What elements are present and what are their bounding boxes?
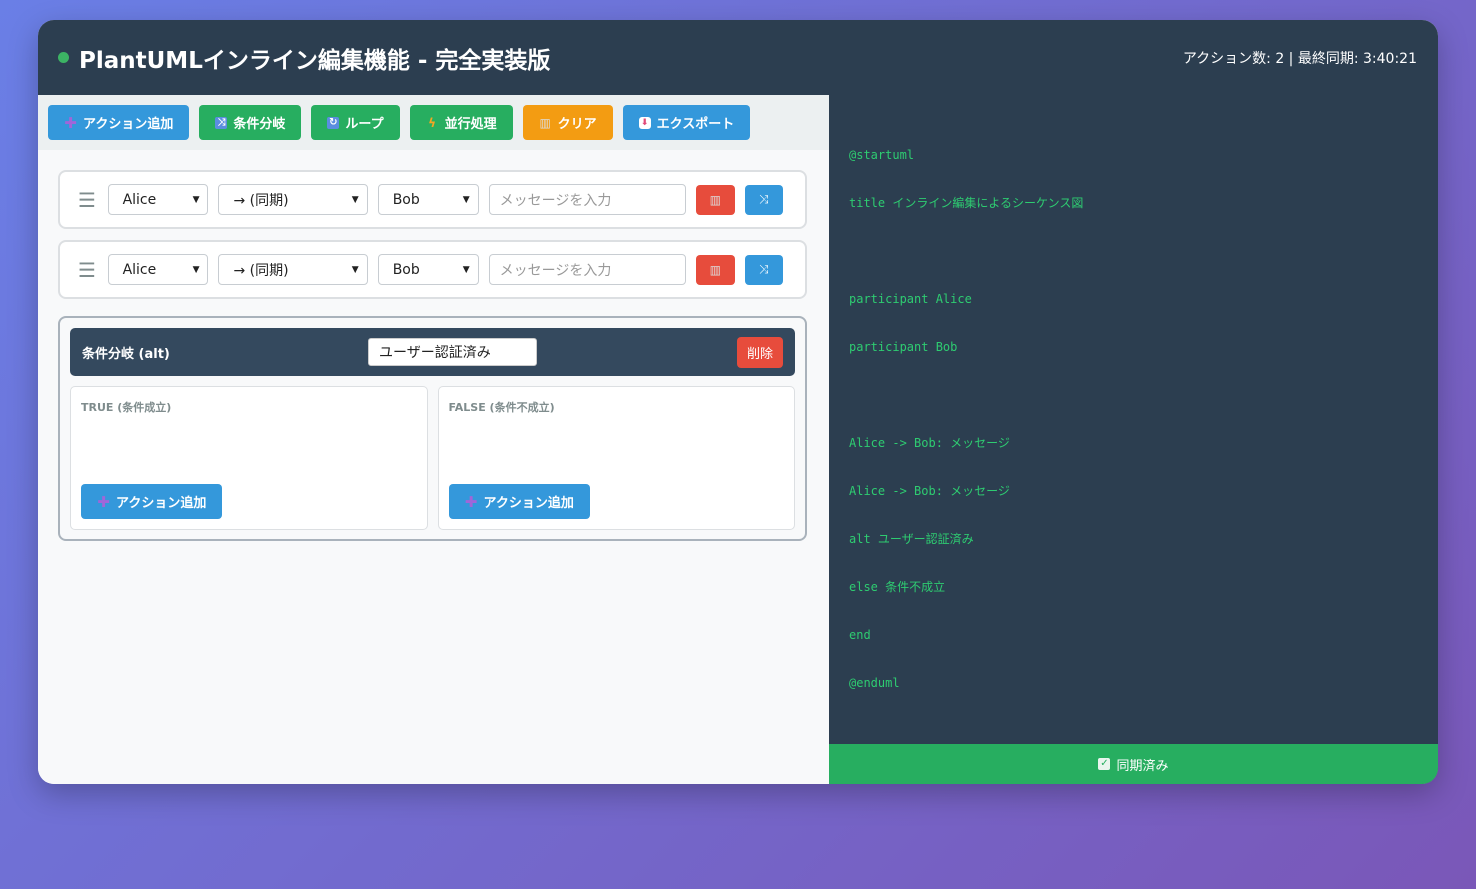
- chevron-down-icon: ▼: [351, 264, 359, 275]
- repeat-icon: ↻: [327, 116, 340, 129]
- add-action-button[interactable]: ✚ アクション追加: [48, 105, 190, 140]
- lightning-icon: ϟ: [428, 115, 437, 130]
- arrow-select[interactable]: → (同期) ▼: [218, 184, 368, 215]
- alt-header: 条件分岐 (alt) ユーザー認証済み 削除: [70, 328, 795, 376]
- drag-handle-icon[interactable]: ☰: [78, 258, 108, 282]
- add-loop-label: ループ: [345, 117, 384, 132]
- shuffle-icon: ⤨: [758, 262, 769, 276]
- add-action-label: アクション追加: [83, 117, 174, 132]
- from-value: Alice: [122, 261, 157, 278]
- action-row: ☰ Alice ▼ → (同期) ▼ Bob ▼ メッセージを入力 ▥ ⤨: [58, 170, 807, 229]
- plus-icon: ✚: [64, 113, 77, 132]
- export-button[interactable]: ⬇ エクスポート: [622, 105, 751, 140]
- chevron-down-icon: ▼: [192, 264, 200, 275]
- editor-panel: ✚ アクション追加 ⤨ 条件分岐 ↻ ループ ϟ 並行処理 ▥ クリア ⬇ エク…: [38, 95, 829, 784]
- false-add-action-button[interactable]: ✚ アクション追加: [448, 484, 590, 519]
- to-value: Bob: [392, 191, 420, 208]
- code-view[interactable]: @startuml title インライン編集によるシーケンス図 ​ parti…: [849, 115, 1083, 723]
- export-label: エクスポート: [656, 117, 735, 132]
- header-status: アクション数: 2 | 最終同期: 3:40:21: [1182, 50, 1417, 67]
- true-branch: TRUE (条件成立) ✚ アクション追加: [70, 386, 428, 530]
- code-line: alt ユーザー認証済み: [849, 532, 974, 546]
- app-window: PlantUMLインライン編集機能 - 完全実装版 アクション数: 2 | 最終…: [38, 20, 1438, 784]
- add-action-label: アクション追加: [483, 496, 574, 511]
- toolbar: ✚ アクション追加 ⤨ 条件分岐 ↻ ループ ϟ 並行処理 ▥ クリア ⬇ エク…: [38, 95, 829, 150]
- trash-icon: ▥: [539, 115, 551, 130]
- add-parallel-label: 並行処理: [444, 117, 497, 132]
- false-branch: FALSE (条件不成立) ✚ アクション追加: [437, 386, 795, 530]
- code-line: @startuml: [849, 148, 915, 162]
- message-input[interactable]: メッセージを入力: [488, 254, 687, 285]
- title-wrap: PlantUMLインライン編集機能 - 完全実装版: [58, 41, 550, 75]
- status-dot-icon: [58, 52, 69, 63]
- clear-label: クリア: [557, 117, 597, 132]
- to-select[interactable]: Bob ▼: [377, 184, 479, 215]
- code-line: Alice -> Bob: メッセージ: [849, 436, 1010, 450]
- add-action-label: アクション追加: [116, 496, 207, 511]
- code-line: @enduml: [849, 676, 900, 690]
- delete-action-button[interactable]: ▥: [696, 184, 735, 215]
- add-condition-button[interactable]: ⤨ 条件分岐: [199, 105, 302, 140]
- code-line: title インライン編集によるシーケンス図: [849, 196, 1084, 210]
- alt-block: 条件分岐 (alt) ユーザー認証済み 削除 TRUE (条件成立) ✚ アクシ…: [58, 316, 807, 541]
- shuffle-icon: ⤨: [215, 116, 228, 129]
- sync-status-bar: ✓ 同期済み: [829, 744, 1438, 784]
- code-line: participant Alice: [849, 292, 972, 306]
- false-branch-label: FALSE (条件不成立): [448, 401, 555, 414]
- to-value: Bob: [392, 261, 420, 278]
- drag-handle-icon[interactable]: ☰: [78, 188, 108, 212]
- action-row: ☰ Alice ▼ → (同期) ▼ Bob ▼ メッセージを入力 ▥ ⤨: [58, 240, 807, 299]
- sync-status-text: 同期済み: [1116, 758, 1169, 774]
- trash-icon: ▥: [709, 192, 721, 207]
- code-line: ​: [849, 243, 1083, 259]
- action-list: ☰ Alice ▼ → (同期) ▼ Bob ▼ メッセージを入力 ▥ ⤨ ☰ …: [58, 170, 807, 310]
- message-input[interactable]: メッセージを入力: [488, 184, 687, 215]
- condition-input[interactable]: ユーザー認証済み: [368, 338, 537, 366]
- from-select[interactable]: Alice ▼: [107, 184, 209, 215]
- trash-icon: ▥: [709, 262, 721, 277]
- delete-action-button[interactable]: ▥: [696, 254, 735, 285]
- plus-icon: ✚: [97, 492, 110, 511]
- plus-icon: ✚: [464, 492, 478, 511]
- from-select[interactable]: Alice ▼: [107, 254, 209, 285]
- shuffle-icon: ⤨: [758, 192, 769, 206]
- delete-alt-button[interactable]: 削除: [736, 337, 783, 368]
- code-line: Alice -> Bob: メッセージ: [849, 484, 1010, 498]
- add-condition-label: 条件分岐: [233, 117, 286, 132]
- page-title: PlantUMLインライン編集機能 - 完全実装版: [79, 47, 551, 74]
- from-value: Alice: [122, 191, 157, 208]
- to-select[interactable]: Bob ▼: [377, 254, 479, 285]
- chevron-down-icon: ▼: [192, 194, 200, 205]
- alt-branches: TRUE (条件成立) ✚ アクション追加 FALSE (条件不成立) ✚ アク…: [70, 386, 795, 530]
- alt-title: 条件分岐 (alt): [82, 346, 170, 362]
- arrow-value: → (同期): [233, 262, 289, 279]
- chevron-down-icon: ▼: [462, 264, 470, 275]
- chevron-down-icon: ▼: [351, 194, 359, 205]
- add-loop-button[interactable]: ↻ ループ: [311, 105, 400, 140]
- convert-condition-button[interactable]: ⤨: [744, 184, 784, 215]
- code-line: else 条件不成立: [849, 580, 946, 594]
- arrow-select[interactable]: → (同期) ▼: [218, 254, 368, 285]
- export-icon: ⬇: [638, 116, 651, 129]
- clear-button[interactable]: ▥ クリア: [522, 105, 613, 140]
- convert-condition-button[interactable]: ⤨: [744, 254, 784, 285]
- true-branch-label: TRUE (条件成立): [81, 401, 172, 414]
- chevron-down-icon: ▼: [462, 194, 470, 205]
- true-add-action-button[interactable]: ✚ アクション追加: [81, 484, 223, 519]
- check-icon: ✓: [1098, 758, 1111, 770]
- code-line: participant Bob: [849, 340, 958, 354]
- code-line: end: [849, 628, 871, 642]
- header: PlantUMLインライン編集機能 - 完全実装版 アクション数: 2 | 最終…: [38, 20, 1438, 95]
- code-line: ​: [849, 387, 1083, 403]
- code-panel: @startuml title インライン編集によるシーケンス図 ​ parti…: [829, 95, 1438, 784]
- arrow-value: → (同期): [233, 192, 289, 209]
- add-parallel-button[interactable]: ϟ 並行処理: [409, 105, 513, 140]
